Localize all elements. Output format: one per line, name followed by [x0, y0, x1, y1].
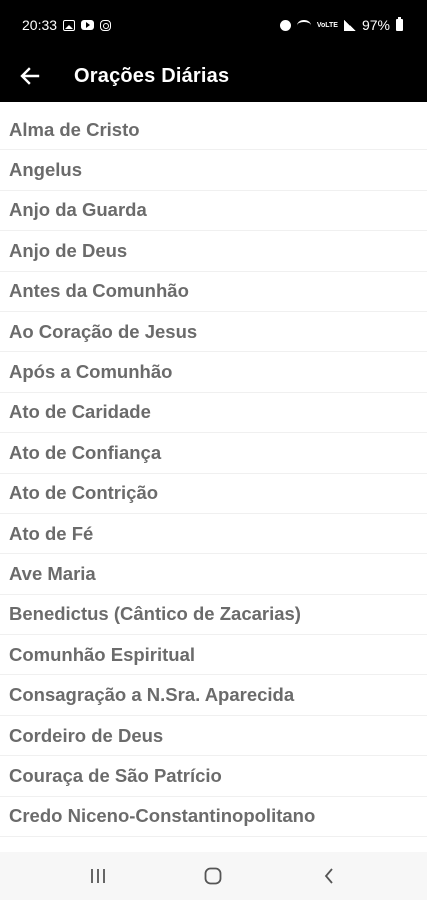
list-item[interactable]: Angelus: [0, 150, 427, 191]
back-button[interactable]: [0, 50, 60, 102]
status-right: VoLTE 97%: [279, 17, 403, 33]
list-item[interactable]: Ato de Confiança: [0, 433, 427, 474]
list-item[interactable]: Benedictus (Cântico de Zacarias): [0, 595, 427, 636]
back-nav-button[interactable]: [309, 856, 349, 896]
recent-apps-button[interactable]: [78, 856, 118, 896]
list-item[interactable]: Credo Niceno-Constantinopolitano: [0, 797, 427, 838]
list-item[interactable]: Ato de Contrição: [0, 474, 427, 514]
gallery-notification-icon: [63, 19, 76, 31]
instagram-notification-icon: [100, 19, 112, 31]
list-item[interactable]: Couraça de São Patrício: [0, 756, 427, 797]
app-bar: Orações Diárias: [0, 50, 427, 102]
status-bar: 20:33 VoLTE 97%: [0, 0, 427, 50]
list-item[interactable]: Ao Coração de Jesus: [0, 312, 427, 353]
list-item[interactable]: Alma de Cristo: [0, 110, 427, 151]
list-item[interactable]: Cordeiro de Deus: [0, 716, 427, 757]
status-time: 20:33: [22, 17, 58, 33]
list-item[interactable]: Ato de Caridade: [0, 393, 427, 434]
arrow-left-icon: [20, 67, 40, 85]
system-navigation-bar: [0, 852, 427, 900]
list-item[interactable]: Ave Maria: [0, 554, 427, 595]
battery-percentage: 97%: [361, 17, 390, 33]
page-title: Orações Diárias: [74, 64, 230, 87]
battery-icon: [396, 17, 403, 31]
wifi-icon: [296, 19, 311, 31]
status-left: 20:33: [22, 17, 112, 33]
volte-icon: VoLTE: [316, 21, 338, 29]
list-item[interactable]: Comunhão Espiritual: [0, 635, 427, 676]
list-item[interactable]: Antes da Comunhão: [0, 272, 427, 312]
alarm-icon: [279, 19, 291, 31]
prayer-list[interactable]: Alma de Cristo Angelus Anjo da Guarda An…: [0, 110, 427, 852]
signal-icon: [343, 19, 356, 31]
list-item[interactable]: Ato de Fé: [0, 514, 427, 555]
youtube-notification-icon: [81, 20, 95, 30]
home-icon: [205, 867, 222, 885]
chevron-left-icon: [324, 868, 333, 884]
home-button[interactable]: [193, 856, 233, 896]
list-item[interactable]: Consagração a N.Sra. Aparecida: [0, 675, 427, 716]
recent-apps-icon: [90, 869, 105, 883]
list-item[interactable]: Após a Comunhão: [0, 352, 427, 393]
list-item[interactable]: Anjo da Guarda: [0, 191, 427, 232]
screen: 20:33 VoLTE 97% Orações Diárias Alma de …: [0, 0, 427, 900]
list-item[interactable]: Anjo de Deus: [0, 231, 427, 272]
